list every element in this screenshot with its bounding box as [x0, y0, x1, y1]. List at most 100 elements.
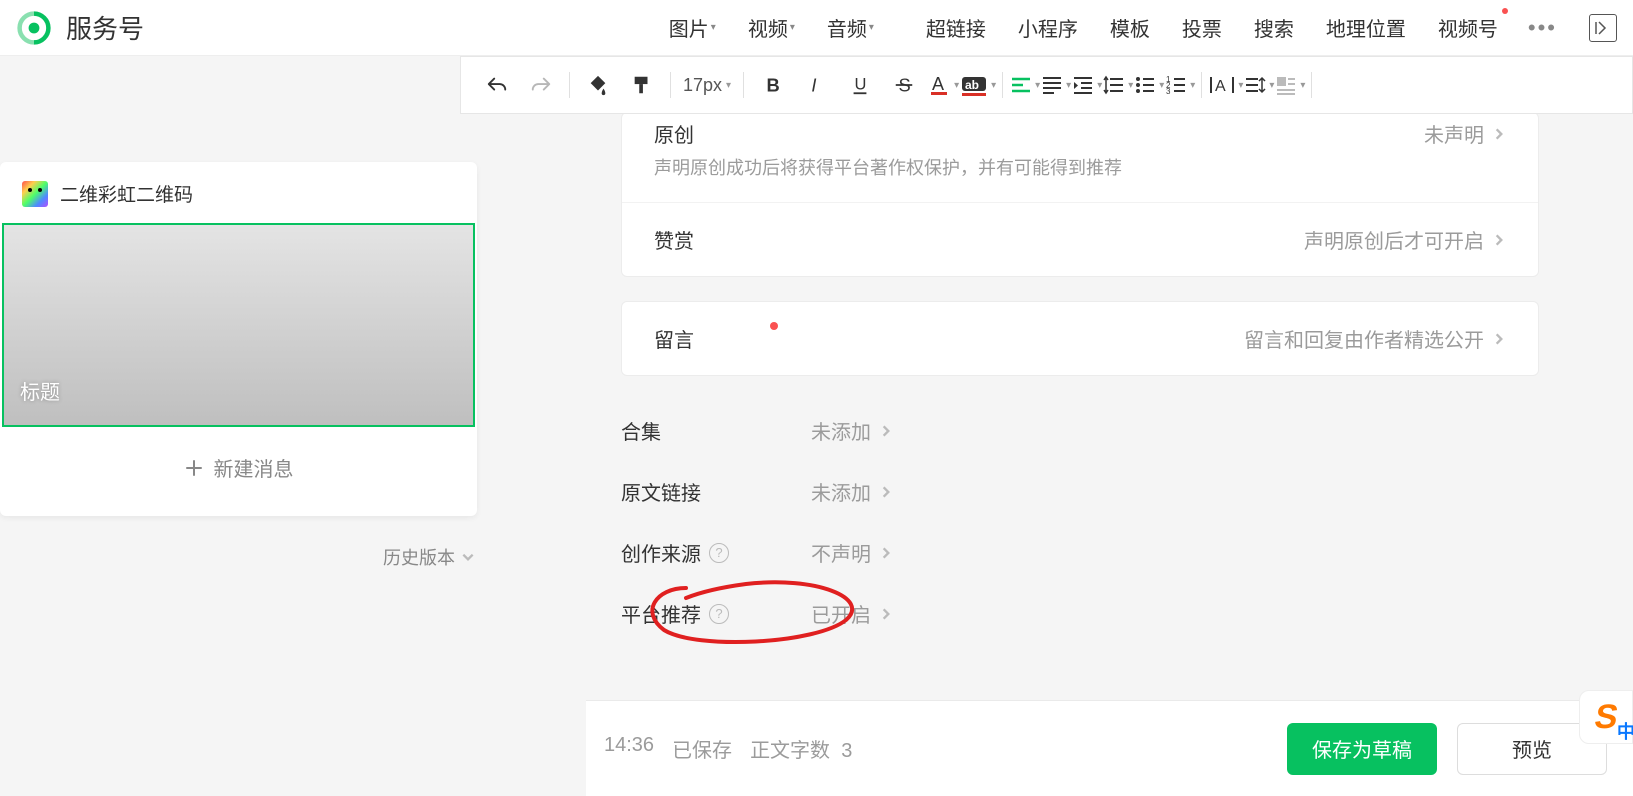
account-avatar-icon: [22, 181, 48, 207]
header-tab-video[interactable]: 视频▾: [732, 0, 811, 56]
float-button[interactable]: ▾: [1274, 73, 1305, 97]
platform-rec-label: 平台推荐: [621, 599, 701, 628]
clear-format-button[interactable]: [620, 66, 664, 104]
original-label: 原创: [654, 119, 764, 148]
toolbar-separator: [1311, 72, 1312, 98]
collection-label: 合集: [621, 416, 661, 445]
comment-label: 留言: [654, 324, 764, 353]
font-color-button[interactable]: A▾: [926, 73, 959, 97]
redo-button[interactable]: [519, 66, 563, 104]
reward-status[interactable]: 声明原创后才可开启: [1304, 225, 1506, 254]
header-tab-audio[interactable]: 音频▾: [811, 0, 890, 56]
help-icon[interactable]: ?: [709, 543, 729, 563]
footer-time: 14:36: [604, 734, 654, 763]
chevron-down-icon: [461, 550, 475, 564]
account-name: 二维彩虹二维码: [60, 180, 193, 207]
footer-saved: 已保存: [672, 734, 732, 763]
header-tab-location[interactable]: 地理位置: [1310, 0, 1422, 56]
app-header: 服务号 图片▾ 视频▾ 音频▾ 超链接 小程序 模板 投票 搜索 地理位置 视频…: [0, 0, 1633, 56]
app-title: 服务号: [66, 9, 144, 46]
header-tab-miniprogram[interactable]: 小程序: [1002, 0, 1094, 56]
header-collapse-icon[interactable]: [1589, 14, 1617, 42]
header-tab-channels[interactable]: 视频号: [1422, 0, 1514, 56]
number-list-button[interactable]: 123▾: [1164, 73, 1195, 97]
align-justify-button[interactable]: ▾: [1040, 73, 1071, 97]
creation-source-value[interactable]: 不声明: [811, 538, 893, 567]
header-tab-template[interactable]: 模板: [1094, 0, 1166, 56]
row-comment[interactable]: 留言 留言和回复由作者精选公开: [622, 302, 1538, 375]
row-original[interactable]: 原创 声明原创成功后将获得平台著作权保护，并有可能得到推荐 未声明: [622, 114, 1538, 202]
ime-lang-label: 中: [1617, 718, 1633, 744]
svg-text:ab: ab: [965, 78, 979, 92]
letter-spacing-button[interactable]: A▾: [1208, 73, 1243, 97]
toolbar-separator: [670, 72, 671, 98]
logo-group: 服务号: [16, 9, 144, 46]
toolbar-separator: [569, 72, 570, 98]
header-tab-hyperlink[interactable]: 超链接: [910, 0, 1002, 56]
paragraph-spacing-button[interactable]: ▾: [1243, 73, 1274, 97]
notification-dot-icon: [770, 322, 778, 330]
toolbar-separator: [1201, 72, 1202, 98]
header-tab-vote[interactable]: 投票: [1166, 0, 1238, 56]
footer-wordcount: 正文字数 3: [750, 734, 852, 763]
comment-status[interactable]: 留言和回复由作者精选公开: [1244, 324, 1506, 353]
chevron-right-icon: [879, 485, 893, 499]
chevron-right-icon: [1492, 127, 1506, 141]
svg-text:U: U: [855, 76, 867, 94]
chevron-right-icon: [879, 424, 893, 438]
editor-footer: 14:36 已保存 正文字数 3 保存为草稿 预览: [586, 700, 1633, 796]
platform-rec-value[interactable]: 已开启: [811, 599, 893, 628]
svg-text:A: A: [1215, 78, 1226, 95]
indent-button[interactable]: ▾: [1071, 73, 1102, 97]
underline-button[interactable]: U: [838, 66, 882, 104]
history-link[interactable]: 历史版本: [383, 544, 475, 570]
panel-original-reward: 原创 声明原创成功后将获得平台著作权保护，并有可能得到推荐 未声明 赞赏 声明原…: [621, 114, 1539, 277]
svg-text:3: 3: [1166, 87, 1171, 96]
row-source-link[interactable]: 原文链接 未添加: [621, 461, 1539, 522]
save-draft-button[interactable]: 保存为草稿: [1287, 723, 1437, 775]
editor-toolbar: 17px▾ B I U S A▾ ab▾ ▾ ▾ ▾ ▾ ▾ 123▾ A▾ ▾…: [460, 56, 1633, 114]
footer-status: 14:36 已保存 正文字数 3: [604, 734, 852, 763]
strikethrough-button[interactable]: S: [882, 66, 926, 104]
original-desc: 声明原创成功后将获得平台著作权保护，并有可能得到推荐: [654, 154, 1424, 180]
source-link-label: 原文链接: [621, 477, 701, 506]
source-link-value[interactable]: 未添加: [811, 477, 893, 506]
bullet-list-button[interactable]: ▾: [1133, 73, 1164, 97]
chevron-right-icon: [879, 546, 893, 560]
italic-button[interactable]: I: [794, 66, 838, 104]
header-tab-image[interactable]: 图片▾: [653, 0, 732, 56]
svg-text:B: B: [767, 74, 780, 95]
svg-text:A: A: [932, 74, 944, 94]
settings-panel-area: 原创 声明原创成功后将获得平台著作权保护，并有可能得到推荐 未声明 赞赏 声明原…: [477, 114, 1633, 796]
article-preview[interactable]: 标题: [2, 223, 475, 427]
undo-button[interactable]: [475, 66, 519, 104]
line-height-button[interactable]: ▾: [1102, 73, 1133, 97]
panel-comment: 留言 留言和回复由作者精选公开: [621, 301, 1539, 376]
header-tabs: 图片▾ 视频▾ 音频▾ 超链接 小程序 模板 投票 搜索 地理位置 视频号 ••…: [653, 0, 1617, 55]
chevron-right-icon: [1492, 233, 1506, 247]
reward-label: 赞赏: [654, 225, 764, 254]
header-more-icon[interactable]: •••: [1514, 15, 1571, 41]
help-icon[interactable]: ?: [709, 604, 729, 624]
bold-button[interactable]: B: [750, 66, 794, 104]
row-reward[interactable]: 赞赏 声明原创后才可开启: [622, 202, 1538, 276]
highlight-color-button[interactable]: ab▾: [959, 73, 996, 97]
chevron-right-icon: [1492, 332, 1506, 346]
header-tab-search[interactable]: 搜索: [1238, 0, 1310, 56]
font-size-select[interactable]: 17px▾: [677, 75, 737, 96]
align-left-button[interactable]: ▾: [1009, 73, 1040, 97]
format-painter-button[interactable]: [576, 66, 620, 104]
new-message-button[interactable]: 新建消息: [0, 429, 477, 516]
original-status[interactable]: 未声明: [1424, 119, 1506, 148]
sidebar: 二维彩虹二维码 标题 新建消息 历史版本: [0, 114, 477, 796]
message-card: 二维彩虹二维码 标题 新建消息: [0, 162, 477, 516]
collection-value[interactable]: 未添加: [811, 416, 893, 445]
meta-settings: 合集 未添加 原文链接 未添加 创作来源? 不声明 平台推荐? 已开启: [621, 400, 1539, 644]
toolbar-separator: [743, 72, 744, 98]
creation-source-label: 创作来源: [621, 538, 701, 567]
svg-text:I: I: [811, 74, 816, 95]
row-platform-rec[interactable]: 平台推荐? 已开启: [621, 583, 1539, 644]
row-collection[interactable]: 合集 未添加: [621, 400, 1539, 461]
article-title-placeholder: 标题: [20, 376, 60, 405]
row-creation-source[interactable]: 创作来源? 不声明: [621, 522, 1539, 583]
